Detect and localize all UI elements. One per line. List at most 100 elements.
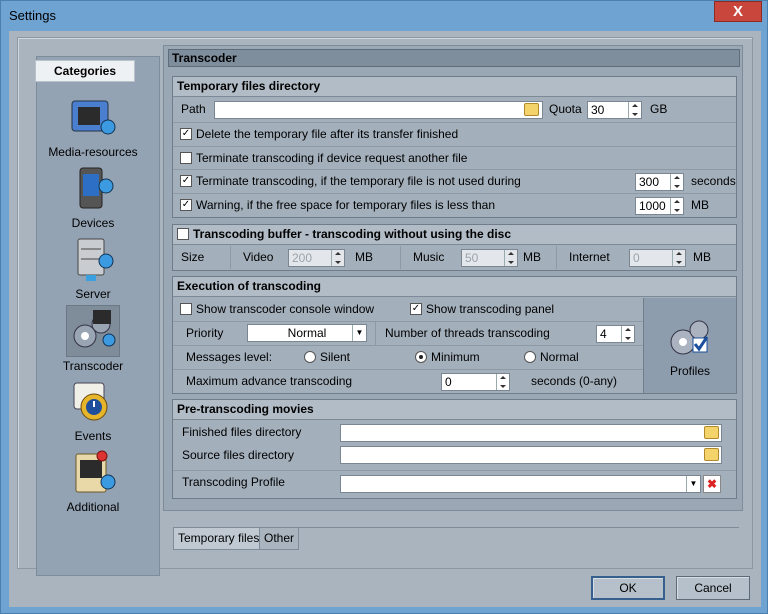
spin-arrows-icon[interactable] [670, 198, 683, 214]
folder-icon[interactable] [704, 426, 719, 439]
transcoder-icon [66, 305, 120, 357]
devices-icon [68, 164, 118, 214]
music-size-input[interactable]: 50 [461, 249, 518, 267]
warning-checkbox[interactable]: ✓ Warning, if the free space for temporar… [180, 194, 495, 216]
terminate-seconds-input[interactable]: 300 [635, 173, 684, 191]
radio-normal[interactable]: Normal [524, 346, 579, 368]
terminate-request-checkbox[interactable]: Terminate transcoding if device request … [180, 147, 467, 169]
spin-arrows-icon[interactable] [670, 174, 683, 190]
profiles-button[interactable]: Profiles [643, 298, 736, 393]
temporary-files-group: Temporary files directory Path Quota 30 … [172, 76, 737, 218]
category-media-resources[interactable]: Media-resources [31, 93, 155, 159]
clear-icon[interactable]: ✖ [703, 475, 721, 493]
source-dir-input[interactable] [340, 446, 722, 464]
path-label: Path [181, 102, 206, 116]
mb-unit: MB [693, 250, 711, 264]
terminate-unused-checkbox[interactable]: ✓ Terminate transcoding, if the temporary… [180, 170, 521, 192]
transcoding-profile-label: Transcoding Profile [182, 475, 285, 489]
video-size-input[interactable]: 200 [288, 249, 345, 267]
category-label: Devices [71, 216, 115, 230]
quota-input[interactable]: 30 [587, 101, 642, 119]
category-devices[interactable]: Devices [31, 164, 155, 230]
category-label: Transcoder [62, 359, 124, 373]
seconds-unit: seconds [691, 174, 736, 188]
spin-arrows-icon[interactable] [496, 374, 509, 390]
show-panel-checkbox[interactable]: ✓ Show transcoding panel [410, 298, 554, 320]
finished-dir-label: Finished files directory [182, 425, 302, 439]
category-label: Additional [66, 500, 120, 514]
execution-group: Execution of transcoding Show transcoder… [172, 276, 737, 394]
spin-arrows-icon[interactable] [504, 250, 517, 266]
panel-title: Transcoder [168, 49, 740, 67]
events-icon [68, 377, 118, 427]
size-label: Size [181, 250, 205, 264]
category-label: Server [75, 287, 111, 301]
max-advance-label: Maximum advance transcoding [186, 374, 353, 388]
media-resources-icon [68, 93, 118, 143]
max-advance-unit: seconds (0-any) [531, 374, 618, 388]
spin-arrows-icon[interactable] [621, 326, 634, 342]
check-icon: ✓ [180, 198, 192, 211]
window-title: Settings [9, 8, 56, 23]
transcoding-buffer-group: Transcoding buffer - transcoding without… [172, 224, 737, 271]
priority-label: Priority [186, 326, 224, 340]
group-title: Pre-transcoding movies [173, 400, 736, 420]
group-title: Transcoding buffer - transcoding without… [193, 227, 512, 241]
profiles-label: Profiles [669, 364, 710, 378]
cancel-button[interactable]: Cancel [676, 576, 750, 600]
category-transcoder[interactable]: Transcoder [31, 305, 155, 373]
category-label: Events [74, 429, 112, 443]
folder-icon[interactable] [704, 448, 719, 461]
tab-temporary-files[interactable]: Temporary files [173, 528, 265, 550]
transcoder-panel: Transcoder Temporary files directory Pat… [163, 45, 743, 511]
finished-dir-input[interactable] [340, 424, 722, 442]
threads-label: Number of threads transcoding [385, 326, 550, 340]
video-label: Video [243, 250, 274, 264]
ok-button[interactable]: OK [591, 576, 665, 600]
pre-transcoding-group: Pre-transcoding movies Finished files di… [172, 399, 737, 499]
settings-window: Settings X Categories Media-resources De… [0, 0, 768, 614]
internet-label: Internet [569, 250, 610, 264]
tab-strip: Temporary files Other [173, 527, 739, 550]
tab-other[interactable]: Other [259, 528, 300, 550]
folder-icon[interactable] [524, 103, 539, 116]
quota-unit: GB [650, 102, 668, 116]
music-label: Music [413, 250, 445, 264]
category-server[interactable]: Server [31, 235, 155, 301]
server-icon [68, 235, 118, 285]
transcoding-profile-select[interactable]: ▼ [340, 475, 701, 493]
check-icon: ✓ [180, 127, 192, 140]
check-icon: ✓ [410, 302, 422, 315]
group-title: Execution of transcoding [173, 277, 736, 297]
radio-minimum[interactable]: Minimum [415, 346, 480, 368]
internet-size-input[interactable]: 0 [629, 249, 686, 267]
source-dir-label: Source files directory [182, 448, 295, 462]
spin-arrows-icon[interactable] [672, 250, 685, 266]
category-label: Media-resources [48, 145, 138, 159]
spin-arrows-icon[interactable] [331, 250, 344, 266]
buffer-checkbox[interactable] [177, 227, 189, 240]
mb-unit: MB [523, 250, 541, 264]
messages-level-label: Messages level: [186, 350, 273, 364]
quota-label: Quota [549, 102, 582, 116]
console-window-checkbox[interactable]: Show transcoder console window [180, 298, 374, 320]
close-button[interactable]: X [714, 1, 762, 22]
category-events[interactable]: Events [31, 377, 155, 443]
priority-select[interactable]: Normal ▼ [247, 324, 367, 342]
max-advance-input[interactable]: 0 [441, 373, 510, 391]
chevron-down-icon[interactable]: ▼ [686, 476, 700, 492]
radio-silent[interactable]: Silent [304, 346, 350, 368]
spin-arrows-icon[interactable] [628, 102, 641, 118]
categories-header: Categories [35, 60, 135, 82]
category-additional[interactable]: Additional [31, 448, 155, 514]
check-icon: ✓ [180, 174, 192, 187]
mb-unit: MB [691, 198, 709, 212]
delete-temp-checkbox[interactable]: ✓ Delete the temporary file after its tra… [180, 123, 458, 145]
profiles-gear-icon [667, 316, 713, 360]
path-input[interactable] [214, 101, 543, 119]
mb-unit: MB [355, 250, 373, 264]
warning-mb-input[interactable]: 1000 [635, 197, 684, 215]
chevron-down-icon[interactable]: ▼ [352, 325, 366, 341]
additional-icon [68, 448, 118, 498]
threads-input[interactable]: 4 [596, 325, 635, 343]
